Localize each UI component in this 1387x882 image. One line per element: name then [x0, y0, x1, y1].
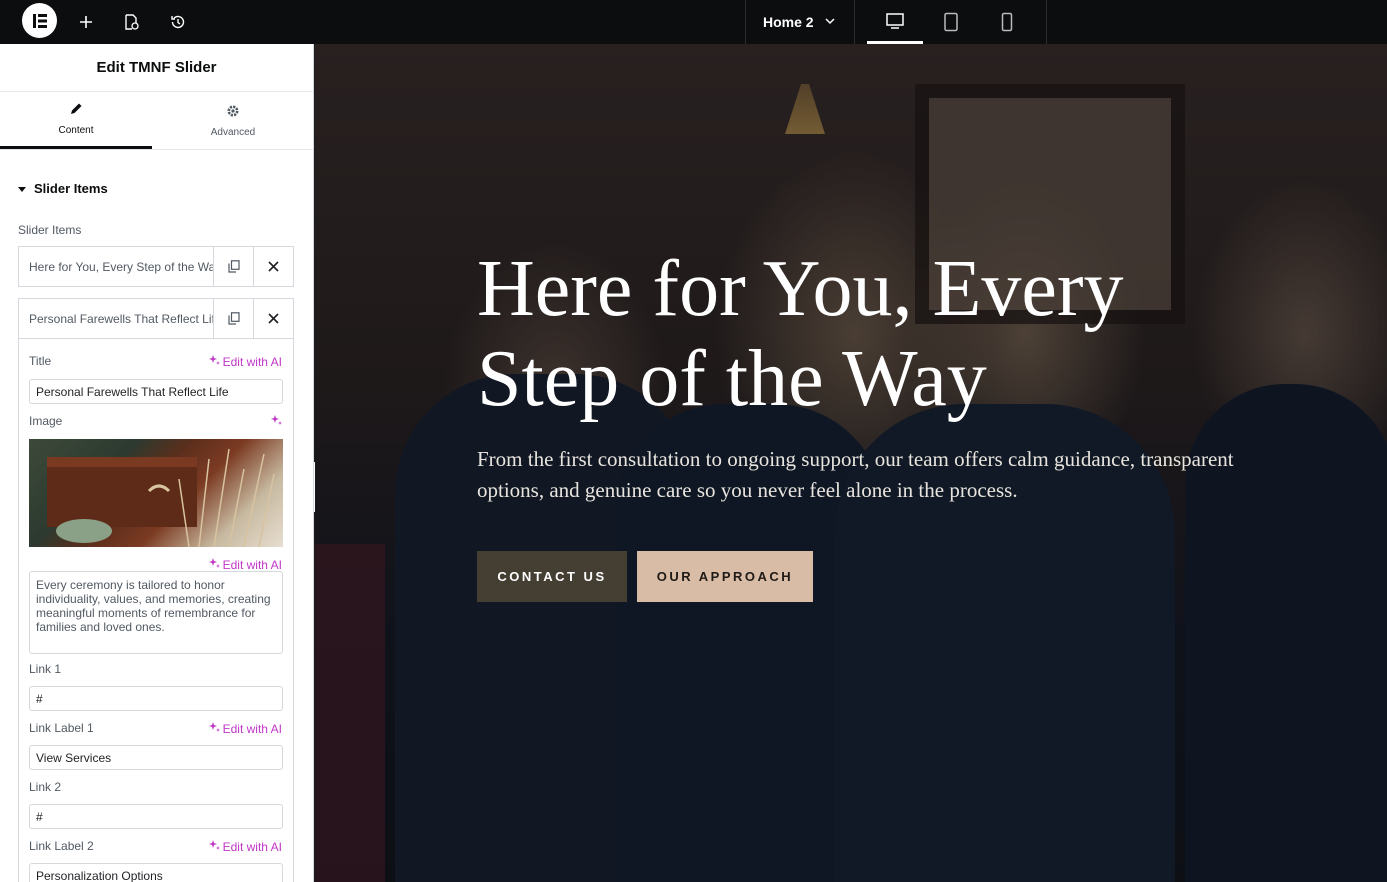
title-input[interactable]: Personal Farewells That Reflect Life	[29, 379, 283, 404]
section-title: Slider Items	[34, 181, 108, 196]
gear-icon	[226, 104, 240, 121]
link-label2-input[interactable]: Personalization Options	[29, 863, 283, 882]
page-settings-icon[interactable]	[118, 9, 144, 35]
hero-subtitle: From the first consultation to ongoing s…	[477, 447, 1234, 502]
edit-with-ai-label: Edit with AI	[222, 839, 282, 854]
contact-us-button[interactable]: CONTACT US	[477, 551, 627, 602]
edit-with-ai-link[interactable]: Edit with AI	[208, 721, 282, 736]
hero-title-line: Step of the Way	[477, 335, 987, 423]
page-preview: Here for You, Every Step of the Way From…	[315, 44, 1387, 882]
panel-tabs: Content Advanced	[0, 92, 313, 150]
page-name: Home 2	[763, 14, 814, 30]
duplicate-icon[interactable]	[213, 247, 253, 286]
hero-title: Here for You, Every Step of the Way	[477, 244, 1197, 424]
repeater-label: Slider Items	[18, 223, 82, 237]
device-switcher	[855, 0, 1047, 44]
title-label: Title	[29, 354, 52, 368]
our-approach-button[interactable]: OUR APPROACH	[637, 551, 813, 602]
close-icon[interactable]	[253, 299, 293, 338]
link1-label: Link 1	[29, 662, 62, 676]
tab-content[interactable]: Content	[0, 92, 152, 149]
edit-with-ai-label: Edit with AI	[222, 354, 282, 369]
image-label: Image	[29, 414, 63, 428]
page-selector[interactable]: Home 2	[745, 0, 855, 44]
chevron-down-icon	[824, 14, 836, 30]
link-label2-label: Link Label 2	[29, 839, 94, 853]
tab-content-label: Content	[58, 125, 94, 136]
tab-advanced[interactable]: Advanced	[157, 92, 309, 149]
history-icon[interactable]	[165, 9, 191, 35]
description-textarea[interactable]: Every ceremony is tailored to honor indi…	[29, 571, 283, 654]
repeater-item[interactable]: Here for You, Every Step of the Way	[18, 246, 294, 287]
sparkle-icon	[208, 557, 220, 572]
link2-label: Link 2	[29, 780, 62, 794]
edit-with-ai-link[interactable]: Edit with AI	[208, 557, 282, 572]
repeater-item-title[interactable]: Personal Farewells That Reflect Life	[19, 299, 213, 338]
image-thumbnail[interactable]	[29, 439, 283, 547]
sparkle-icon	[208, 839, 220, 854]
duplicate-icon[interactable]	[213, 299, 253, 338]
repeater-item-title[interactable]: Here for You, Every Step of the Way	[19, 247, 213, 286]
image-ai-icon[interactable]	[270, 414, 282, 426]
link2-input[interactable]: #	[29, 804, 283, 829]
link-label1-input[interactable]: View Services	[29, 745, 283, 770]
sparkle-icon	[208, 354, 220, 369]
desktop-icon[interactable]	[867, 0, 923, 44]
section-toggle[interactable]: Slider Items	[18, 181, 108, 196]
mobile-icon[interactable]	[979, 0, 1035, 44]
link1-input[interactable]: #	[29, 686, 283, 711]
link-label1-label: Link Label 1	[29, 721, 94, 735]
tab-advanced-label: Advanced	[210, 126, 256, 138]
tablet-icon[interactable]	[923, 0, 979, 44]
plus-icon[interactable]	[73, 9, 99, 35]
edit-with-ai-label: Edit with AI	[222, 557, 282, 572]
edit-with-ai-label: Edit with AI	[222, 721, 282, 736]
edit-with-ai-link[interactable]: Edit with AI	[208, 354, 282, 369]
hero-title-line: Here for You, Every	[477, 245, 1124, 333]
edit-with-ai-link[interactable]: Edit with AI	[208, 839, 282, 854]
panel-title: Edit TMNF Slider	[0, 44, 313, 92]
pencil-icon	[69, 102, 83, 119]
repeater-item[interactable]: Personal Farewells That Reflect Life	[18, 298, 294, 339]
top-bar: Home 2	[0, 0, 1387, 44]
close-icon[interactable]	[253, 247, 293, 286]
elementor-logo-icon[interactable]	[22, 3, 57, 38]
editor-panel: Edit TMNF Slider Content Advanced Slider…	[0, 44, 314, 882]
caret-down-icon	[18, 181, 26, 196]
sparkle-icon	[208, 721, 220, 736]
